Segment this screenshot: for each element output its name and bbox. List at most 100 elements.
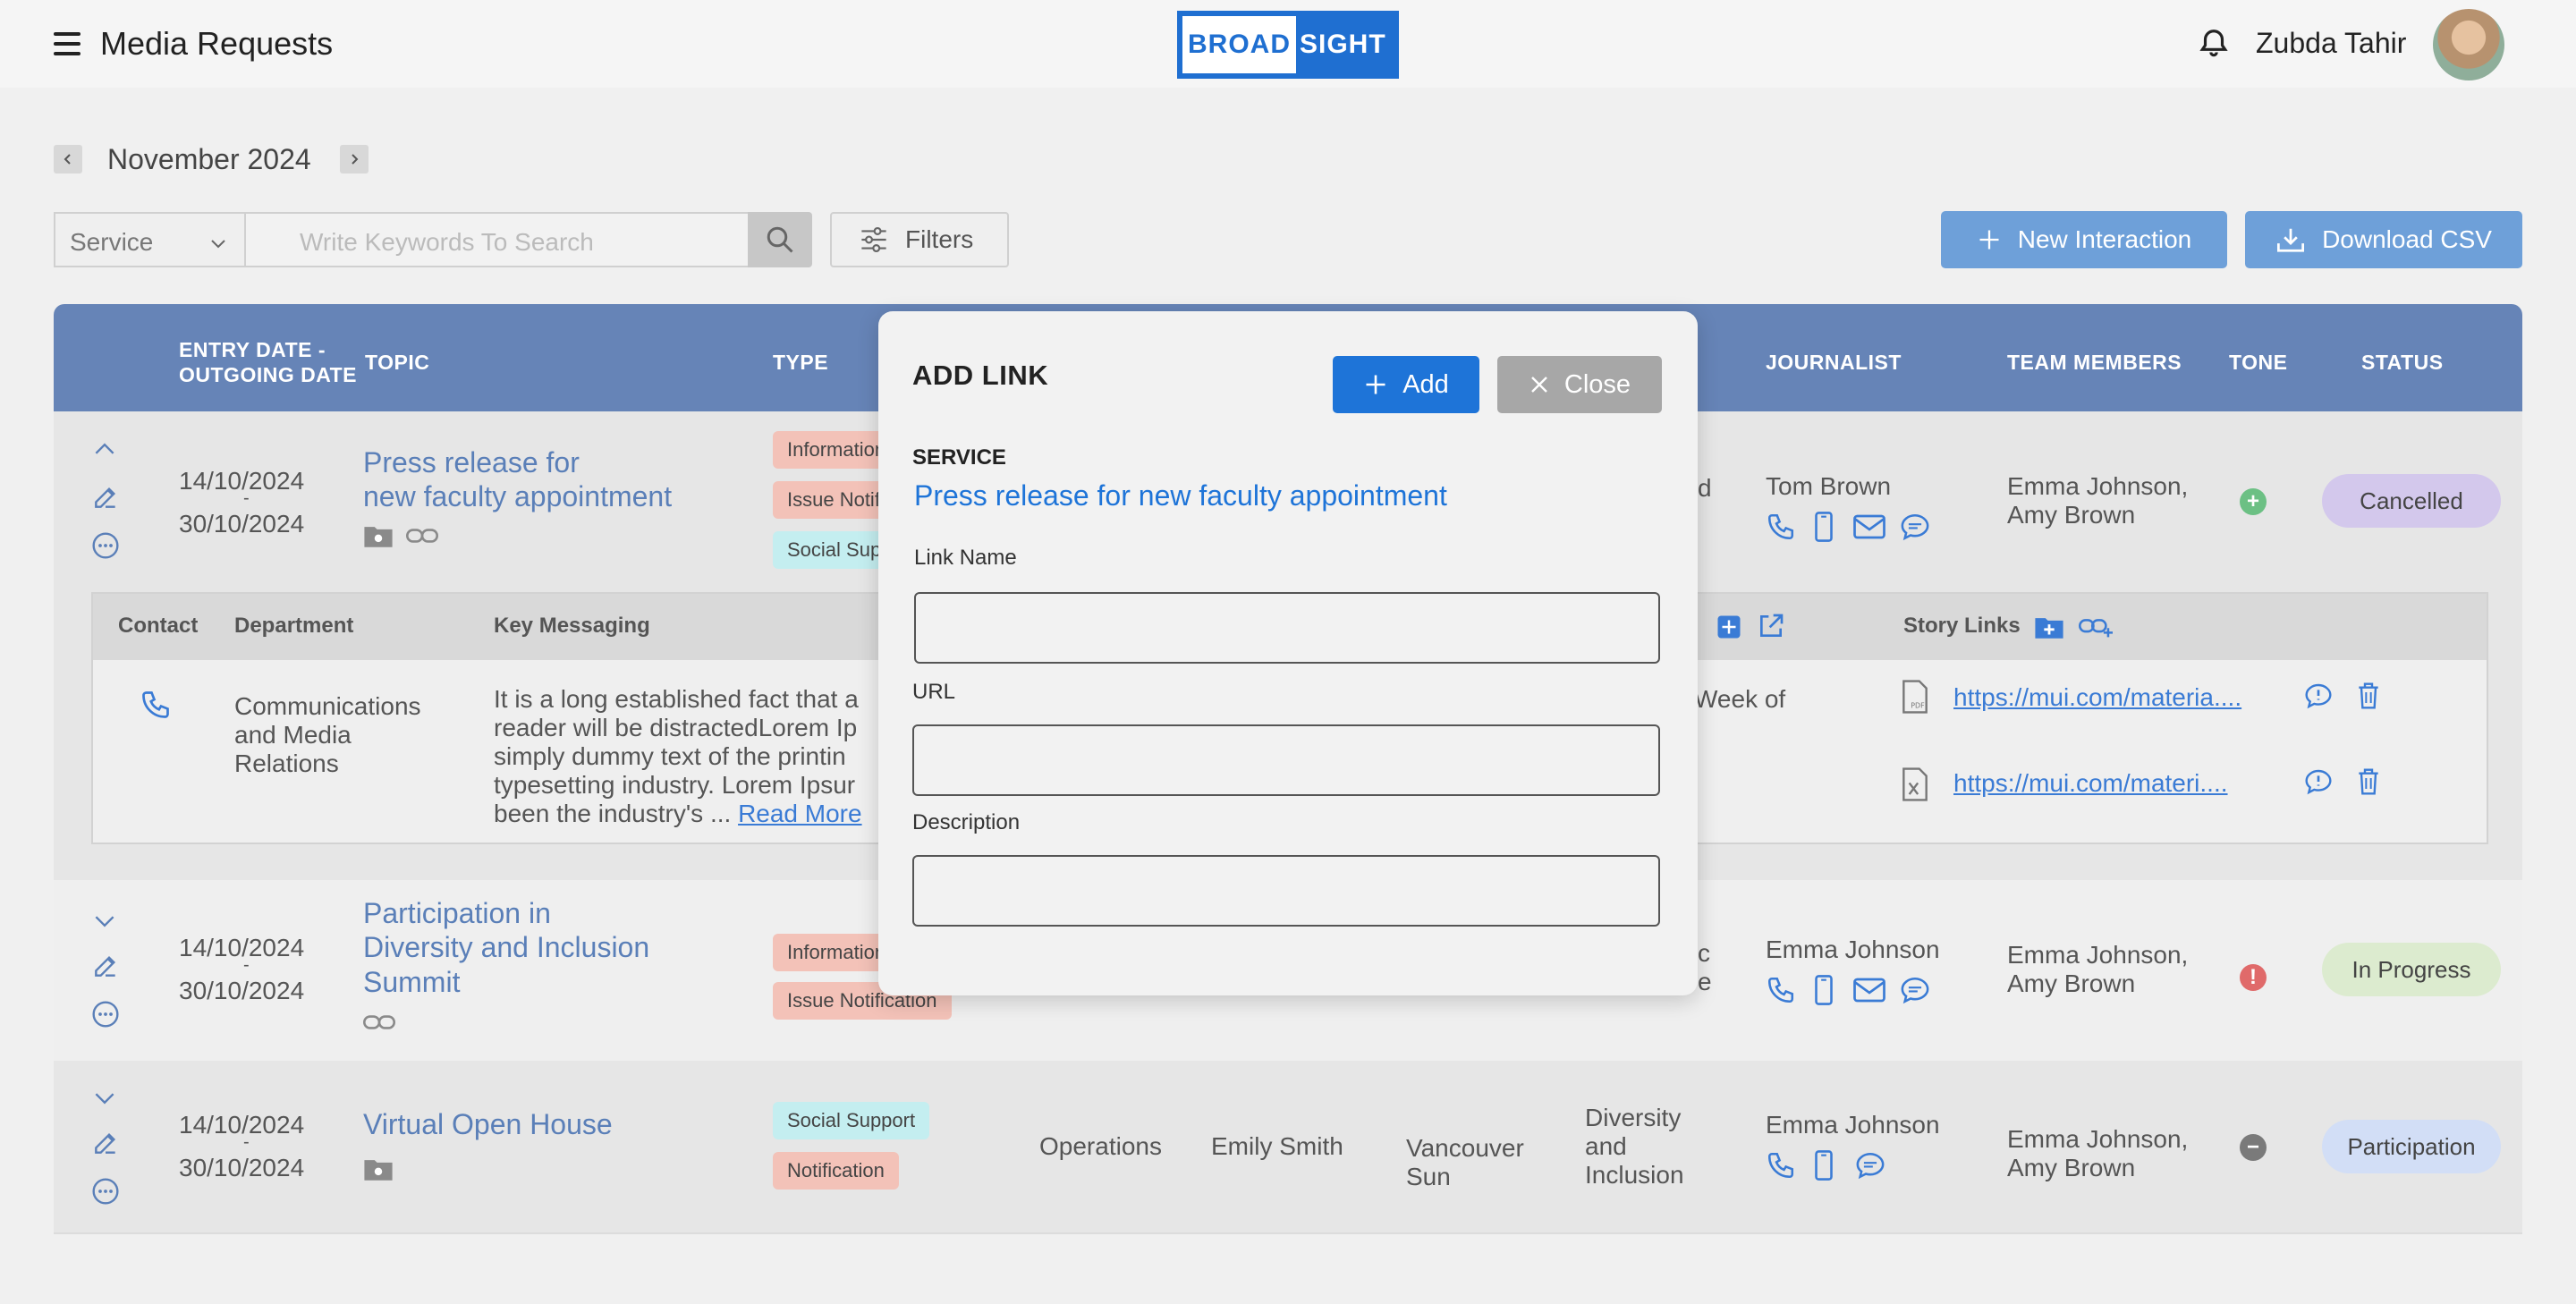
msg-line3: simply dummy text of the printin [494,741,846,770]
new-interaction-button[interactable]: New Interaction [1941,211,2227,268]
link-icon[interactable] [363,1011,395,1034]
topic-link[interactable]: Press release for new faculty appointmen… [363,445,672,514]
menu-icon[interactable] [54,32,80,55]
topic-line1: Press release for [363,446,580,478]
folder-settings-icon[interactable] [363,1156,394,1182]
department-line3: Relations [234,749,339,778]
header-tone[interactable]: TONE [2229,351,2287,376]
add-folder-icon[interactable] [2034,614,2064,640]
details-header-key-messaging: Key Messaging [494,614,650,638]
team-line2: Amy Brown [2007,501,2136,529]
add-label: Add [1402,369,1449,399]
mobile-icon[interactable] [1812,1150,1835,1181]
topic-link[interactable]: Virtual Open House [363,1107,613,1141]
story-link[interactable]: https://mui.com/materi.... [1953,769,2228,798]
open-external-icon[interactable] [1757,612,1785,640]
partial-cell: c [1698,939,1710,967]
close-label: Close [1563,369,1631,399]
mobile-icon[interactable] [1812,975,1835,1005]
chat-icon[interactable] [1900,975,1930,1005]
team-members: Emma Johnson, Amy Brown [2007,1125,2188,1182]
entry-date: 14/10/2024 [179,934,305,961]
outlet-line1: Vancouver [1406,1134,1524,1162]
url-input[interactable] [912,724,1660,796]
chevron-up-icon[interactable] [91,438,118,460]
add-link-icon[interactable] [2079,615,2113,639]
department-line1: Communications [234,692,421,720]
header-entry-date-line1: ENTRY DATE - [179,338,326,361]
comment-alert-icon[interactable] [2304,682,2333,710]
top-bar: Media Requests BROAD SIGHT Zubda Tahir [0,0,2576,88]
story-link[interactable]: https://mui.com/materia.... [1953,683,2241,712]
folder-settings-icon[interactable] [363,522,394,549]
team-members: Emma Johnson, Amy Brown [2007,472,2188,529]
description-input[interactable] [912,855,1660,927]
link-name-label: Link Name [914,546,1017,570]
pdf-file-icon: PDF [1902,680,1928,714]
more-options-icon[interactable] [91,531,120,560]
user-name[interactable]: Zubda Tahir [2256,27,2406,60]
add-square-icon[interactable] [1716,614,1742,640]
status-badge[interactable]: Cancelled [2322,474,2501,528]
phone-icon[interactable] [1766,1150,1796,1181]
header-type[interactable]: TYPE [773,351,828,376]
more-options-icon[interactable] [91,1000,120,1029]
edit-icon[interactable] [91,952,120,980]
topic-link[interactable]: Participation in Diversity and Inclusion… [363,896,649,999]
topic-line3: Summit [363,965,461,998]
trash-icon[interactable] [2356,682,2381,710]
category-line1: Diversity [1585,1104,1682,1131]
chat-icon[interactable] [1855,1150,1885,1181]
entry-date: 14/10/2024 [179,1111,305,1139]
chat-icon[interactable] [1900,512,1930,542]
outgoing-date: 30/10/2024 [179,510,305,538]
prev-month-button[interactable] [54,145,82,174]
department-value: Communications and Media Relations [234,692,421,779]
status-badge[interactable]: Participation [2322,1120,2501,1173]
header-journalist[interactable]: JOURNALIST [1766,351,1902,376]
more-options-icon[interactable] [91,1177,120,1206]
search-button[interactable] [748,212,812,267]
details-header-story-links: Story Links [1903,614,2021,638]
filters-button[interactable]: Filters [830,212,1009,267]
header-entry-date[interactable]: ENTRY DATE - OUTGOING DATE [179,338,357,387]
search-icon [767,226,793,253]
read-more-link[interactable]: Read More [738,800,862,827]
link-icon[interactable] [406,524,438,547]
team-line2: Amy Brown [2007,1154,2136,1182]
email-icon[interactable] [1853,513,1885,540]
status-badge[interactable]: In Progress [2322,943,2501,996]
logo-part1: BROAD [1182,16,1296,73]
comment-alert-icon[interactable] [2304,767,2333,796]
contact-cell: Emily Smith [1211,1132,1343,1160]
header-status[interactable]: STATUS [2361,351,2444,376]
email-icon[interactable] [1853,977,1885,1003]
trash-icon[interactable] [2356,767,2381,796]
service-select[interactable]: Service [54,212,244,267]
header-team-members[interactable]: TEAM MEMBERS [2007,351,2182,376]
link-name-input[interactable] [914,592,1660,664]
next-month-button[interactable] [340,145,369,174]
edit-icon[interactable] [91,483,120,512]
outlet-line2: Sun [1406,1163,1451,1191]
phone-icon[interactable] [1766,512,1796,542]
type-chip: Social Support [773,1102,930,1139]
download-icon [2277,228,2305,252]
mobile-icon[interactable] [1812,512,1835,542]
search-input[interactable]: Write Keywords To Search [244,212,750,267]
phone-icon[interactable] [140,689,172,721]
avatar[interactable] [2433,9,2504,80]
category-line2: and [1585,1132,1627,1161]
phone-icon[interactable] [1766,975,1796,1005]
header-topic[interactable]: TOPIC [365,351,429,376]
close-button[interactable]: Close [1497,356,1662,413]
date-separator: - [243,1132,250,1152]
url-label: URL [912,680,956,704]
msg-line2: reader will be distractedLorem Ip [494,713,858,741]
edit-icon[interactable] [91,1129,120,1157]
chevron-down-icon[interactable] [91,910,118,932]
bell-icon[interactable] [2197,27,2231,61]
chevron-down-icon[interactable] [91,1088,118,1109]
download-csv-button[interactable]: Download CSV [2245,211,2522,268]
add-button[interactable]: Add [1333,356,1479,413]
